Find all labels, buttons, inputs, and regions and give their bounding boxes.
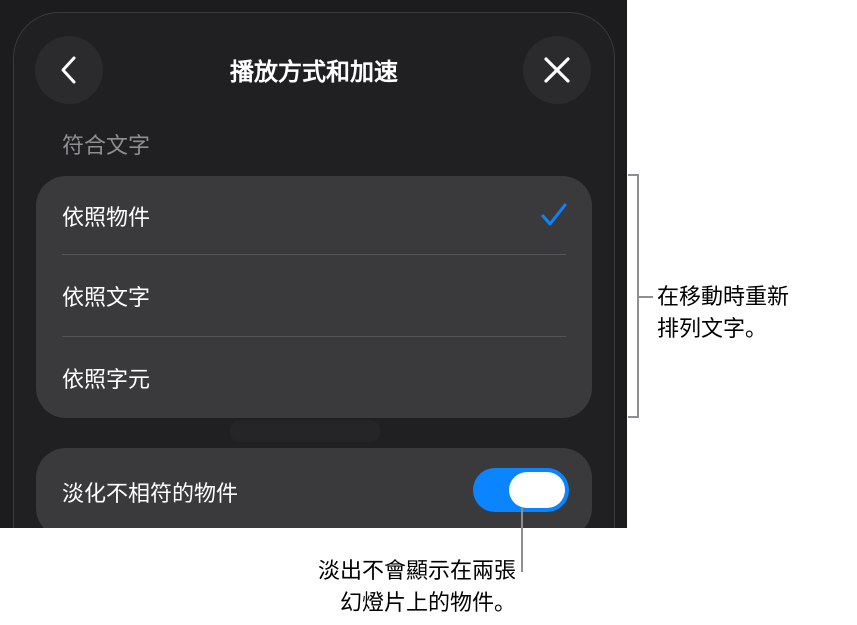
option-label: 依照字元 bbox=[62, 368, 151, 393]
callout-fade-objects: 淡出不會顯示在兩張 幻燈片上的物件。 bbox=[250, 556, 516, 620]
divider bbox=[62, 254, 566, 255]
match-options-group: 依照物件 依照文字 依照字元 bbox=[36, 176, 592, 418]
callout-rearrange-text: 在移動時重新 排列文字。 bbox=[657, 282, 789, 346]
callout-line: 淡出不會顯示在兩張 bbox=[317, 559, 516, 584]
callout-leader-line bbox=[521, 508, 523, 572]
fade-unmatched-label: 淡化不相符的物件 bbox=[62, 482, 239, 507]
blurred-background bbox=[230, 420, 380, 442]
option-by-character[interactable]: 依照字元 bbox=[36, 338, 592, 418]
option-label: 依照文字 bbox=[62, 286, 151, 311]
close-icon bbox=[544, 57, 570, 83]
close-button[interactable] bbox=[523, 36, 591, 104]
option-label: 依照物件 bbox=[62, 206, 151, 231]
chevron-left-icon bbox=[61, 56, 76, 84]
option-by-word[interactable]: 依照文字 bbox=[36, 256, 592, 336]
section-label: 符合文字 bbox=[62, 134, 151, 159]
callout-line: 排列文字。 bbox=[657, 317, 768, 342]
panel-title: 播放方式和加速 bbox=[230, 58, 398, 86]
stage: 播放方式和加速 符合文字 依照物件 依照文字 依照字元 淡化不相符的物件 在移動… bbox=[0, 0, 857, 625]
callout-line: 在移動時重新 bbox=[657, 285, 790, 310]
checkmark-icon bbox=[541, 203, 567, 226]
option-by-object[interactable]: 依照物件 bbox=[36, 176, 592, 256]
callout-line: 幻燈片上的物件。 bbox=[339, 591, 516, 616]
fade-unmatched-toggle[interactable] bbox=[473, 468, 569, 512]
divider bbox=[62, 336, 566, 337]
back-button[interactable] bbox=[35, 36, 103, 104]
fade-unmatched-row: 淡化不相符的物件 bbox=[36, 448, 592, 528]
callout-bracket-tick bbox=[639, 296, 653, 298]
toggle-knob bbox=[509, 472, 565, 508]
app-screen: 播放方式和加速 符合文字 依照物件 依照文字 依照字元 淡化不相符的物件 bbox=[0, 0, 627, 528]
callout-bracket bbox=[628, 174, 639, 418]
